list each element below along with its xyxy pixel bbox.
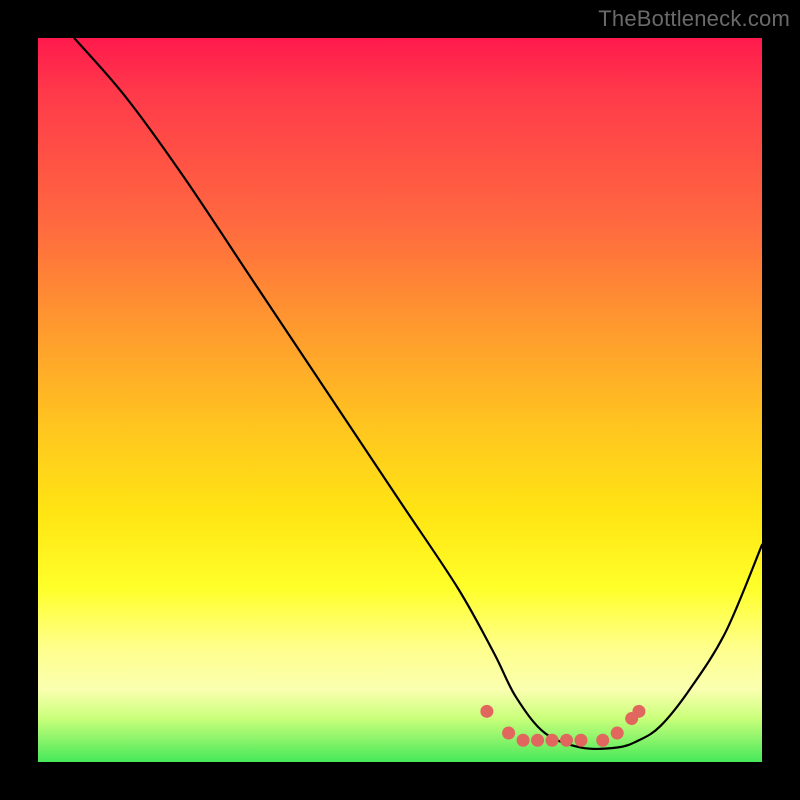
marker-dot — [480, 705, 493, 718]
marker-dot — [632, 705, 645, 718]
marker-dot — [502, 727, 515, 740]
marker-dot — [531, 734, 544, 747]
marker-dot — [625, 712, 638, 725]
watermark-text: TheBottleneck.com — [598, 6, 790, 32]
marker-dot — [517, 734, 530, 747]
chart-svg — [38, 38, 762, 762]
marker-dot — [560, 734, 573, 747]
bottleneck-curve — [74, 38, 762, 749]
marker-dot — [575, 734, 588, 747]
marker-dot — [611, 727, 624, 740]
chart-frame: TheBottleneck.com — [0, 0, 800, 800]
marker-dot — [546, 734, 559, 747]
plot-area — [38, 38, 762, 762]
marker-dot — [596, 734, 609, 747]
